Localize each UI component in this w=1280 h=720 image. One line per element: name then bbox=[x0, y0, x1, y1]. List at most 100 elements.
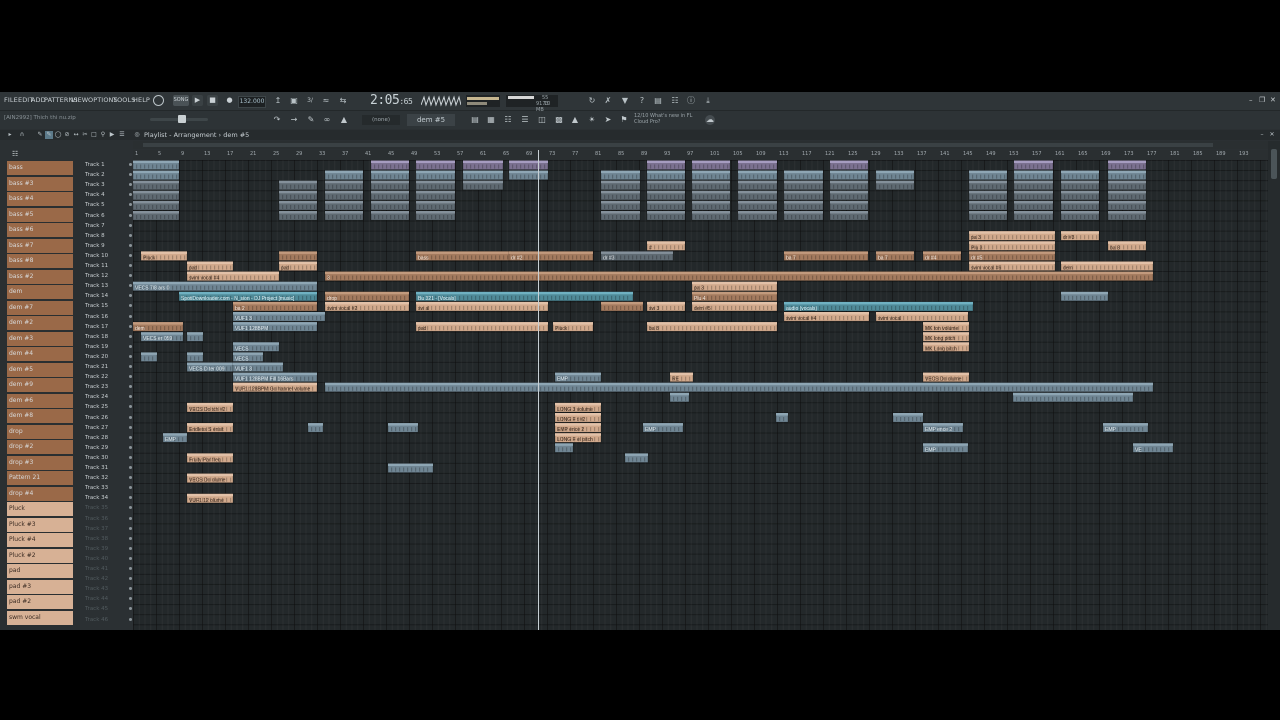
track-led-icon[interactable] bbox=[129, 213, 132, 217]
clip[interactable] bbox=[324, 210, 364, 221]
track-led-icon[interactable] bbox=[129, 405, 132, 409]
clip[interactable] bbox=[829, 170, 869, 180]
track-led-icon[interactable] bbox=[129, 385, 132, 389]
track-header[interactable]: Track 28 bbox=[85, 433, 133, 443]
clip[interactable] bbox=[783, 180, 824, 191]
clip[interactable] bbox=[278, 190, 318, 201]
cursor-icon[interactable]: ➤ bbox=[603, 115, 613, 125]
browser-icon[interactable]: ◫ bbox=[537, 115, 547, 125]
paint-icon[interactable]: ✎ bbox=[45, 131, 53, 139]
minimize-icon[interactable]: – bbox=[1258, 131, 1266, 139]
track-led-icon[interactable] bbox=[129, 253, 132, 257]
track-header[interactable]: Track 25 bbox=[85, 402, 133, 412]
loop-record-icon[interactable]: ⇆ bbox=[338, 95, 348, 106]
clip[interactable]: LONG 3 volume bbox=[554, 402, 602, 413]
arrow-icon[interactable]: ▸ bbox=[6, 131, 14, 139]
track-led-icon[interactable] bbox=[129, 375, 132, 379]
track-header[interactable]: Track 4 bbox=[85, 190, 133, 200]
clip[interactable]: sw al bbox=[415, 301, 549, 312]
clip[interactable]: VECS D ter 009 bbox=[186, 362, 234, 373]
close-icon[interactable]: ✕ bbox=[1270, 96, 1276, 104]
clip[interactable] bbox=[691, 200, 731, 211]
clip[interactable] bbox=[829, 160, 869, 170]
clip[interactable] bbox=[508, 160, 549, 170]
clip[interactable]: Pluck bbox=[552, 321, 594, 332]
picker-item[interactable]: bass bbox=[7, 161, 73, 175]
picker-item[interactable]: swm vocal bbox=[7, 610, 73, 625]
clip[interactable]: VECS bbox=[232, 352, 264, 362]
track-led-icon[interactable] bbox=[129, 415, 132, 419]
track-led-icon[interactable] bbox=[129, 193, 132, 197]
track-header[interactable]: Track 44 bbox=[85, 594, 133, 604]
clip[interactable]: 3 bbox=[324, 271, 1154, 282]
picker-item[interactable]: Pluck #4 bbox=[7, 533, 73, 547]
record-icon[interactable]: ● bbox=[224, 95, 235, 106]
clip[interactable]: Pluck bbox=[140, 251, 188, 261]
track-header[interactable]: Track 8 bbox=[85, 231, 133, 241]
track-led-icon[interactable] bbox=[129, 243, 132, 247]
track-header[interactable]: Track 16 bbox=[85, 312, 133, 322]
menu-help[interactable]: HELP bbox=[133, 96, 150, 104]
clip[interactable]: VECS 7/8 ars 0 bbox=[133, 281, 318, 292]
clip[interactable] bbox=[600, 180, 641, 191]
pencil-icon[interactable]: ✎ bbox=[306, 115, 316, 125]
clip[interactable]: VUF1 128BPM bbox=[232, 321, 318, 332]
blend-icon[interactable]: ≈ bbox=[321, 95, 331, 106]
picker-item[interactable]: Pluck #2 bbox=[7, 548, 73, 563]
clip[interactable] bbox=[669, 392, 690, 403]
track-header[interactable]: Track 39 bbox=[85, 544, 133, 554]
clip[interactable] bbox=[324, 382, 1154, 393]
clip[interactable] bbox=[370, 210, 410, 221]
clip[interactable]: VUF1 128BPM Go hannel volume bbox=[232, 382, 318, 393]
track-header[interactable]: Track 46 bbox=[85, 615, 133, 625]
menu-icon[interactable]: ☰ bbox=[118, 131, 126, 139]
clip[interactable] bbox=[1013, 160, 1054, 170]
link-icon[interactable]: ∞ bbox=[322, 115, 332, 125]
clip[interactable] bbox=[370, 160, 410, 170]
track-led-icon[interactable] bbox=[129, 284, 132, 288]
track-header[interactable]: Track 36 bbox=[85, 514, 133, 524]
track-header[interactable]: Track 1 bbox=[85, 160, 133, 170]
slider-handle[interactable] bbox=[178, 115, 186, 123]
clip[interactable] bbox=[554, 443, 574, 453]
picker-item[interactable]: pad #2 bbox=[7, 595, 73, 609]
track-led-icon[interactable] bbox=[129, 476, 132, 480]
clip[interactable]: RE bbox=[669, 372, 694, 383]
clip[interactable] bbox=[600, 190, 641, 201]
track-led-icon[interactable] bbox=[129, 334, 132, 338]
clip[interactable] bbox=[415, 170, 456, 180]
track-led-icon[interactable] bbox=[129, 435, 132, 439]
clip[interactable]: VE bbox=[1132, 443, 1174, 453]
clip[interactable] bbox=[387, 422, 419, 433]
clip[interactable] bbox=[829, 200, 869, 211]
clip[interactable] bbox=[691, 190, 731, 201]
track-led-icon[interactable] bbox=[129, 466, 132, 469]
clip[interactable] bbox=[737, 170, 778, 180]
save-icon[interactable]: ▤ bbox=[653, 95, 663, 106]
clip[interactable] bbox=[600, 210, 641, 221]
clip[interactable]: Fruity Par freq bbox=[186, 453, 234, 463]
clip[interactable]: swm vocal #4 bbox=[186, 271, 280, 282]
track-led-icon[interactable] bbox=[129, 536, 132, 540]
info-icon[interactable]: ⓘ bbox=[686, 95, 696, 106]
clip[interactable] bbox=[875, 180, 915, 191]
clip[interactable]: pad bbox=[278, 261, 318, 272]
picker-item[interactable]: dem #4 bbox=[7, 347, 73, 361]
clip[interactable]: VECS Do tch #2 bbox=[186, 402, 234, 413]
wait-icon[interactable]: ▣ bbox=[289, 95, 299, 106]
clip[interactable] bbox=[737, 200, 778, 211]
zoom-icon[interactable]: ⚲ bbox=[99, 131, 107, 139]
overview-strip[interactable] bbox=[133, 141, 1268, 149]
picker-item[interactable]: dem #9 bbox=[7, 378, 73, 392]
clip[interactable] bbox=[1107, 160, 1147, 170]
track-led-icon[interactable] bbox=[129, 587, 132, 591]
clip[interactable] bbox=[324, 200, 364, 211]
cpu-memory-panel[interactable]: 55 9173 MB 10 bbox=[506, 95, 558, 113]
clip[interactable] bbox=[1107, 180, 1147, 191]
clip[interactable] bbox=[1060, 170, 1100, 180]
track-header[interactable]: Track 10 bbox=[85, 251, 133, 261]
mixer-view-icon[interactable]: ☰ bbox=[520, 115, 530, 125]
track-led-icon[interactable] bbox=[129, 183, 132, 187]
picker-item[interactable]: dem #2 bbox=[7, 316, 73, 330]
restore-icon[interactable]: ❐ bbox=[1259, 96, 1265, 104]
